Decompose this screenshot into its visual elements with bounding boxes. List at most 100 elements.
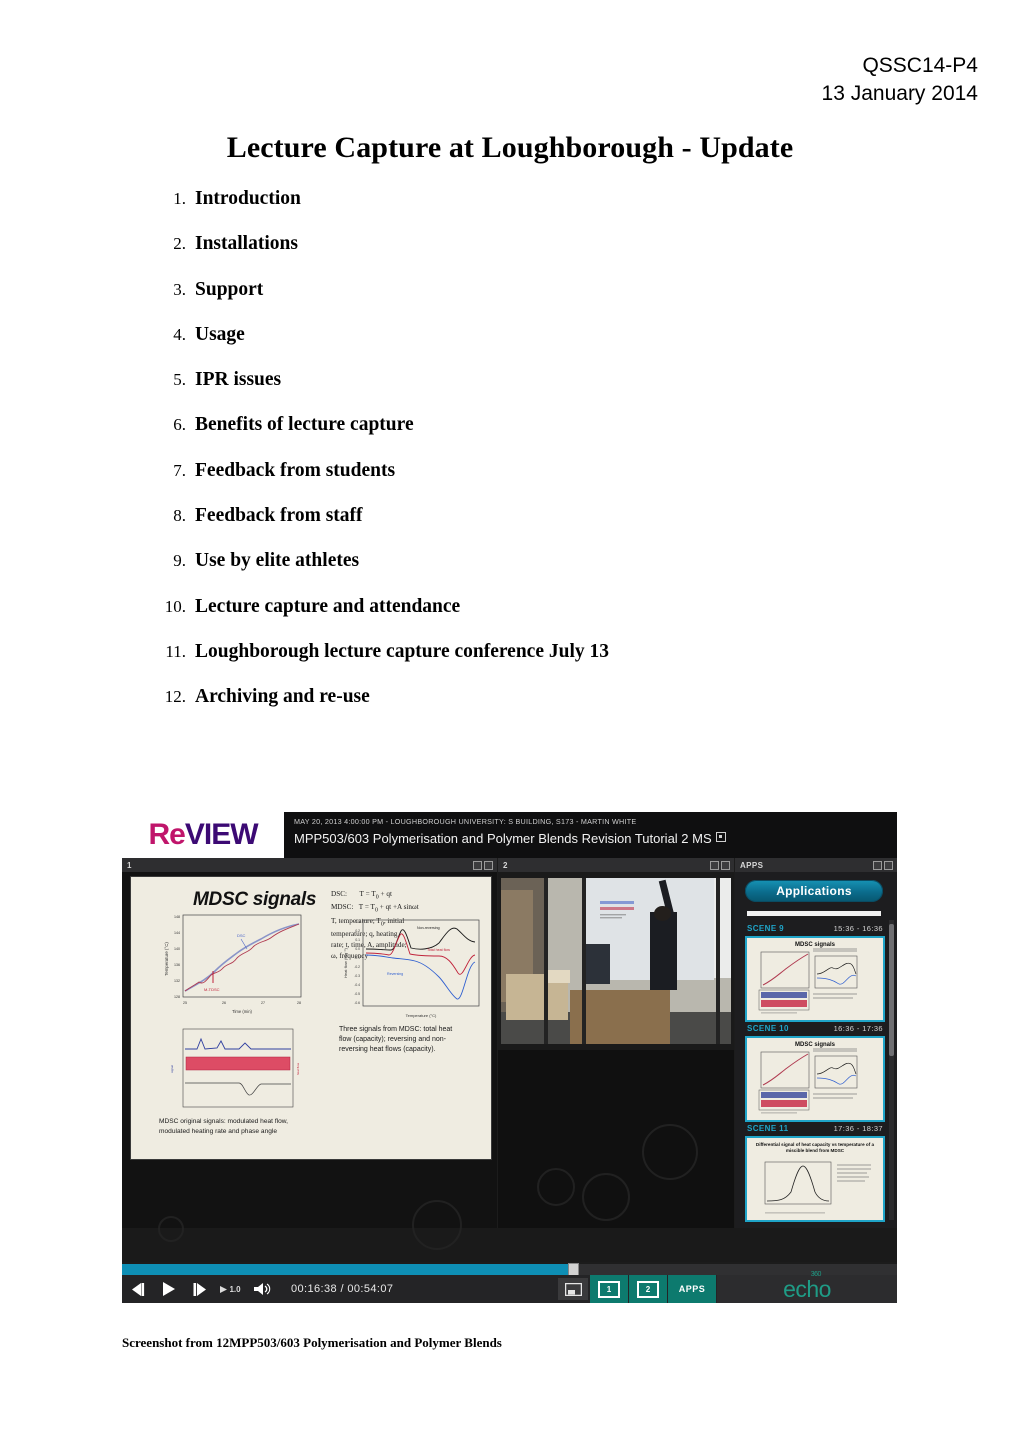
maximize-icon[interactable]: [884, 861, 893, 870]
list-item: 3. Support: [150, 279, 910, 324]
next-frame-button[interactable]: [184, 1275, 215, 1303]
list-item: 7. Feedback from students: [150, 460, 910, 505]
scene-time: 16:36 - 17:36: [833, 1024, 883, 1033]
panel-slide[interactable]: MDSC signals DSC: T = T0 + qt MDSC: T = …: [122, 872, 497, 1228]
lecture-room-video[interactable]: [498, 872, 734, 1050]
watermark-circle-icon: [158, 1216, 184, 1242]
play-icon: [163, 1282, 175, 1296]
svg-text:0.2: 0.2: [355, 929, 360, 933]
svg-text:Heat flow (Wg⁻¹): Heat flow (Wg⁻¹): [343, 947, 348, 978]
panel-1-window-controls[interactable]: [473, 861, 493, 870]
figure-caption: Screenshot from 12MPP503/603 Polymerisat…: [122, 1335, 502, 1350]
list-item-label: Archiving and re-use: [195, 686, 370, 708]
scene-time: 17:36 - 18:37: [833, 1124, 883, 1133]
scene-time: 15:36 - 16:36: [833, 924, 883, 933]
scene-thumbnail[interactable]: MDSC signals: [745, 1036, 885, 1122]
page-title: Lecture Capture at Loughborough - Update: [226, 131, 794, 164]
applications-button[interactable]: Applications: [745, 880, 883, 902]
slide-note-top-right: Three signals from MDSC: total heat flow…: [339, 1026, 453, 1054]
apps-divider: [747, 911, 881, 916]
panel-2-window-controls[interactable]: [710, 861, 730, 870]
svg-text:140: 140: [174, 947, 180, 951]
scene-name: SCENE 10: [747, 1024, 789, 1033]
view-apps-button[interactable]: APPS: [668, 1275, 716, 1303]
svg-text:0.3: 0.3: [355, 920, 360, 924]
chart-temperature-vs-time: Temperature (°C) Time (min) 148 144 140 …: [164, 914, 302, 1014]
slide-content: MDSC signals DSC: T = T0 + qt MDSC: T = …: [130, 876, 492, 1160]
list-item-number: 1.: [173, 189, 186, 208]
list-item: 9. Use by elite athletes: [150, 550, 910, 595]
scene-item[interactable]: SCENE 9 15:36 - 16:36 MDSC signals: [745, 924, 885, 1022]
svg-text:-0.5: -0.5: [354, 992, 360, 996]
svg-text:27: 27: [261, 1001, 265, 1005]
apps-scrollbar-thumb[interactable]: [889, 924, 894, 1056]
scene-thumbnail[interactable]: Differential signal of heat capacity vs …: [745, 1136, 885, 1222]
list-item-number: 7.: [173, 460, 186, 480]
list-item: 5. IPR issues: [150, 369, 910, 414]
popout-icon[interactable]: [715, 832, 726, 842]
player-right-controls: 1 2 APPS echo 360: [558, 1271, 897, 1303]
list-item: 11. Loughborough lecture capture confere…: [150, 641, 910, 686]
slide-title: MDSC signals: [193, 889, 317, 910]
banner-meta: MAY 20, 2013 4:00:00 PM - LOUGHBOROUGH U…: [284, 812, 897, 858]
scene-name: SCENE 9: [747, 924, 785, 933]
list-item-number: 9.: [173, 551, 186, 571]
scene-header: SCENE 10 16:36 - 17:36: [745, 1024, 885, 1036]
list-item: 10. Lecture capture and attendance: [150, 596, 910, 641]
minimize-icon[interactable]: [473, 861, 482, 870]
time-display: 00:16:38 / 00:54:07: [291, 1283, 394, 1295]
panel-apps[interactable]: Applications SCENE 9 15:36 - 16:36 MDSC …: [735, 872, 897, 1228]
view-panel-1-button[interactable]: 1: [590, 1275, 628, 1303]
document-header: QSSC14-P4 13 January 2014: [822, 52, 978, 107]
scene-item[interactable]: SCENE 11 17:36 - 18:37 Differential sign…: [745, 1124, 885, 1222]
svg-text:-0.2: -0.2: [354, 965, 360, 969]
play-button[interactable]: [153, 1275, 184, 1303]
svg-text:DSC: DSC: [237, 933, 246, 938]
watermark-circle-icon: [412, 1200, 462, 1250]
scene-header: SCENE 9 15:36 - 16:36: [745, 924, 885, 936]
session-title-row: MPP503/603 Polymerisation and Polymer Bl…: [294, 831, 897, 846]
svg-text:heat flow: heat flow: [296, 1062, 300, 1075]
list-item: 8. Feedback from staff: [150, 505, 910, 550]
svg-text:Time (min): Time (min): [232, 1009, 252, 1014]
minimize-icon[interactable]: [873, 861, 882, 870]
panel-header-1: 1: [122, 858, 497, 872]
apps-window-controls[interactable]: [873, 861, 893, 870]
svg-text:signal: signal: [170, 1065, 174, 1073]
chart-modulated-signals: signal heat flow: [170, 1028, 300, 1108]
list-item-label: Installations: [195, 233, 298, 255]
agenda-list: 1. Introduction 2. Installations 3. Supp…: [150, 188, 910, 732]
echo-brand-sup: 360: [810, 1270, 822, 1278]
scene-item[interactable]: SCENE 10 16:36 - 17:36 MDSC signals: [745, 1024, 885, 1122]
prev-frame-button[interactable]: [122, 1275, 153, 1303]
svg-text:128: 128: [174, 995, 180, 999]
view-panel-1-label: 1: [598, 1280, 620, 1298]
list-item-label: Lecture capture and attendance: [195, 595, 461, 617]
list-item-number: 12.: [164, 687, 186, 707]
list-item-label: Introduction: [195, 188, 301, 209]
lecture-capture-screenshot: ReVIEW MAY 20, 2013 4:00:00 PM - LOUGHBO…: [122, 812, 897, 1303]
playback-speed-button[interactable]: 1.0: [215, 1275, 246, 1303]
panel-header-1-label: 1: [127, 860, 132, 870]
volume-button[interactable]: [246, 1275, 277, 1303]
progress-bar-fill: [122, 1264, 572, 1275]
list-item-number: 8.: [173, 506, 186, 526]
list-item: 12. Archiving and re-use: [150, 686, 910, 731]
logo-re-text: Re: [148, 818, 185, 851]
watermark-circle-icon: [642, 1124, 698, 1180]
svg-text:Non-reversing: Non-reversing: [417, 926, 440, 930]
scene-thumbnail-title: MDSC signals: [794, 942, 835, 948]
view-panel-2-button[interactable]: 2: [629, 1275, 667, 1303]
svg-text:Temperature (°C): Temperature (°C): [164, 942, 169, 976]
scene-thumbnail-graphic: [758, 1048, 858, 1114]
chart-heat-flow: Heat flow (Wg⁻¹) Temperature (°C) 0.3 0.…: [343, 919, 480, 1018]
minimize-icon[interactable]: [710, 861, 719, 870]
maximize-icon[interactable]: [721, 861, 730, 870]
panel-header-apps-label: APPS: [740, 860, 764, 870]
svg-text:132: 132: [174, 979, 180, 983]
layout-button[interactable]: [558, 1278, 588, 1300]
progress-bar-track[interactable]: [122, 1263, 897, 1278]
maximize-icon[interactable]: [484, 861, 493, 870]
scene-thumbnail[interactable]: MDSC signals: [745, 936, 885, 1022]
svg-text:Total heat flow: Total heat flow: [427, 948, 450, 952]
